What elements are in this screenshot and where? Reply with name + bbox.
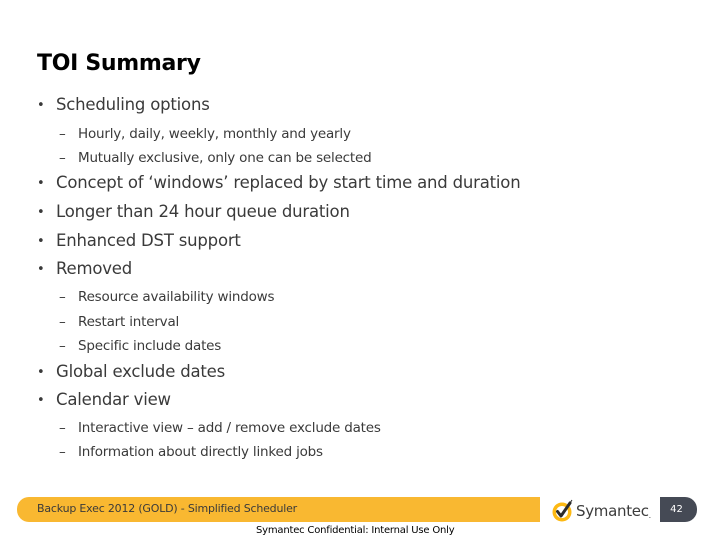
sub-bullet-item: – Restart interval	[59, 314, 179, 330]
sub-bullet-item: – Mutually exclusive, only one can be sel…	[59, 150, 372, 166]
bullet-icon: •	[37, 234, 45, 249]
bullet-icon: •	[37, 393, 45, 408]
bullet-icon: •	[37, 98, 45, 113]
logo-wordmark: Symantec.	[576, 502, 651, 520]
bullet-icon: •	[37, 176, 45, 191]
bullet-item: • Global exclude dates	[37, 362, 225, 381]
sub-bullet-item: – Information about directly linked jobs	[59, 444, 323, 460]
bullet-item: • Calendar view	[37, 390, 171, 409]
sub-bullet-text: Specific include dates	[78, 338, 222, 354]
dash-icon: –	[59, 126, 66, 142]
confidentiality-notice: Symantec Confidential: Internal Use Only	[256, 525, 455, 536]
sub-bullet-text: Information about directly linked jobs	[78, 444, 323, 460]
sub-bullet-text: Interactive view – add / remove exclude …	[78, 420, 381, 436]
bullet-item: • Enhanced DST support	[37, 231, 241, 250]
dash-icon: –	[59, 150, 66, 166]
bullet-text: Global exclude dates	[56, 362, 226, 381]
logo-text: Symantec	[576, 501, 649, 520]
bullet-text: Removed	[56, 259, 133, 278]
bullet-icon: •	[37, 365, 45, 380]
bullet-item: • Concept of ‘windows’ replaced by start …	[37, 173, 521, 192]
bullet-text: Enhanced DST support	[56, 231, 241, 250]
sub-bullet-item: – Resource availability windows	[59, 289, 275, 305]
page-number-badge: 42	[660, 497, 697, 522]
checkmark-circle-icon	[551, 499, 575, 523]
dash-icon: –	[59, 289, 66, 305]
sub-bullet-text: Restart interval	[78, 314, 180, 330]
bullet-text: Scheduling options	[56, 95, 210, 114]
sub-bullet-text: Resource availability windows	[78, 289, 275, 305]
footer-presentation-title: Backup Exec 2012 (GOLD) - Simplified Sch…	[37, 502, 297, 515]
sub-bullet-text: Mutually exclusive, only one can be sele…	[78, 150, 372, 166]
dash-icon: –	[59, 444, 66, 460]
dash-icon: –	[59, 314, 66, 330]
sub-bullet-item: – Hourly, daily, weekly, monthly and year…	[59, 126, 351, 142]
bullet-item: • Longer than 24 hour queue duration	[37, 202, 350, 221]
dash-icon: –	[59, 338, 66, 354]
bullet-icon: •	[37, 262, 45, 277]
symantec-logo: Symantec.	[551, 497, 651, 524]
bullet-icon: •	[37, 205, 45, 220]
sub-bullet-item: – Specific include dates	[59, 338, 221, 354]
logo-dot: .	[648, 510, 652, 520]
bullet-text: Calendar view	[56, 390, 171, 409]
bullet-item: • Removed	[37, 259, 132, 278]
bullet-item: • Scheduling options	[37, 95, 210, 114]
dash-icon: –	[59, 420, 66, 436]
bullet-text: Longer than 24 hour queue duration	[56, 202, 350, 221]
sub-bullet-text: Hourly, daily, weekly, monthly and yearl…	[78, 126, 351, 142]
footer-bar: Backup Exec 2012 (GOLD) - Simplified Sch…	[17, 497, 540, 522]
bullet-text: Concept of ‘windows’ replaced by start t…	[56, 173, 521, 192]
sub-bullet-item: – Interactive view – add / remove exclude…	[59, 420, 381, 436]
bullet-list: • Scheduling options – Hourly, daily, week…	[0, 0, 720, 480]
